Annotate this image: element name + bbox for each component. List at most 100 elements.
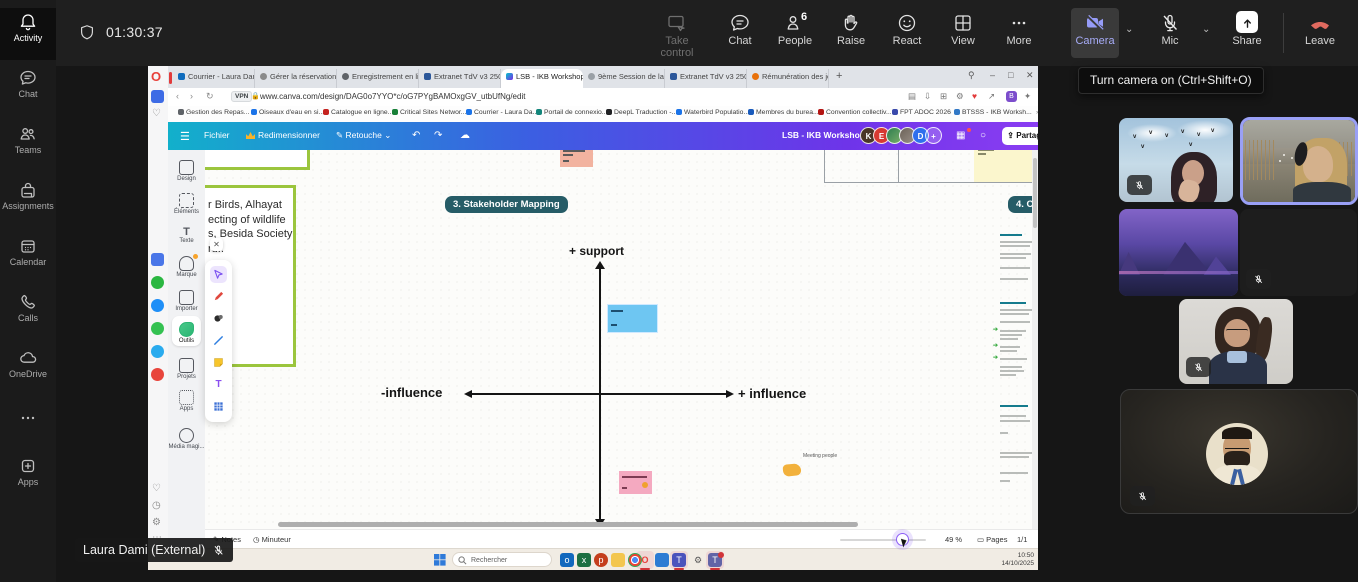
reload-button[interactable]: ↻: [206, 91, 214, 102]
blue-sticky-note[interactable]: [608, 305, 657, 332]
canva-resize-menu[interactable]: Redimensionner: [246, 130, 320, 140]
canva-nav-text[interactable]: TTexte: [168, 226, 205, 244]
canva-nav-brand[interactable]: Marque: [168, 256, 205, 278]
file-explorer-icon[interactable]: [611, 553, 625, 567]
undo-icon[interactable]: ↶: [412, 130, 420, 141]
vpn-badge[interactable]: VPN: [231, 91, 252, 102]
mic-options-chevron[interactable]: ⌄: [1202, 24, 1210, 35]
insights-chart-icon[interactable]: ▦: [956, 130, 965, 141]
tab-search-icon[interactable]: ⚲: [968, 70, 975, 81]
bookmark-item[interactable]: Portail de connexio...: [536, 109, 607, 116]
design-canvas[interactable]: r Birds, Alhayat ecting of wildlife s, B…: [205, 150, 1038, 529]
sidebar-item-chat[interactable]: Chat: [0, 64, 56, 116]
pages-button[interactable]: ▭ Pages: [977, 535, 1007, 544]
more-button[interactable]: More: [991, 8, 1047, 60]
canva-nav-upload[interactable]: Importer: [168, 290, 205, 312]
sidebar-item-apps[interactable]: Apps: [0, 452, 56, 504]
flyout-close-button[interactable]: ✕: [210, 238, 223, 251]
salmon-sticky-note[interactable]: [560, 150, 593, 167]
zoom-percent[interactable]: 49 %: [945, 535, 962, 544]
bookmark-item[interactable]: Courrier - Laura Da...: [466, 109, 538, 116]
bookmark-item[interactable]: Gestion des Repas...: [178, 109, 249, 116]
mail-app-icon[interactable]: [655, 553, 669, 567]
url-text[interactable]: www.canva.com/design/DAG0o7YYO*c/oG7PYgB…: [260, 92, 525, 101]
canvas-vertical-scrollbar[interactable]: [1032, 150, 1038, 529]
participant-video-tile[interactable]: vvvvvvvv: [1119, 118, 1233, 202]
bookmark-item[interactable]: FPT ADOC 2026: [892, 109, 951, 116]
canva-nav-elements[interactable]: Éléments: [168, 193, 205, 215]
taskbar-search[interactable]: Rechercher: [452, 552, 552, 567]
browser-tab-1[interactable]: Courrier - Laura Dami - O: [173, 69, 255, 88]
settings-gear-icon[interactable]: ⚙: [152, 517, 161, 528]
sidebar-item-teams[interactable]: Teams: [0, 120, 56, 172]
canva-nav-design[interactable]: Design: [168, 160, 205, 182]
share-button[interactable]: Share: [1219, 8, 1275, 60]
sidebar-item-calendar[interactable]: Calendar: [0, 232, 56, 284]
people-button[interactable]: 6 People: [767, 8, 823, 60]
back-button[interactable]: ‹: [176, 91, 179, 101]
profile-avatar[interactable]: B: [1006, 91, 1017, 102]
yellow-shape[interactable]: [782, 463, 801, 477]
sidebar-item-calls[interactable]: Calls: [0, 288, 56, 340]
pink-sticky-note[interactable]: [619, 471, 652, 494]
teams-icon[interactable]: T: [672, 553, 686, 567]
easy-setup-icon[interactable]: ♡: [152, 108, 161, 119]
forward-button[interactable]: ›: [190, 91, 193, 101]
messenger-app-icon[interactable]: [151, 253, 164, 266]
react-button[interactable]: React: [879, 8, 935, 60]
timer-button[interactable]: ◷ Minuteur: [253, 535, 291, 544]
opera-icon[interactable]: O: [638, 553, 652, 567]
axis-label-pos-influence[interactable]: + influence: [738, 386, 806, 401]
facebook-messenger-icon[interactable]: [151, 299, 164, 312]
sidebar-item-assignments[interactable]: Assignments: [0, 176, 56, 228]
browser-tab-active[interactable]: LSB - IKB Workshop - Tabl: [501, 69, 583, 88]
history-clock-icon[interactable]: ◷: [152, 500, 161, 511]
extension-icon[interactable]: ⚙: [956, 91, 964, 102]
browser-tab-3[interactable]: Enregistrement en ligne |: [337, 69, 419, 88]
window-minimize-button[interactable]: –: [990, 70, 995, 80]
browser-tab-6[interactable]: 9ème Session de la Réuni: [583, 69, 665, 88]
canva-nav-magic-media[interactable]: Média magi...: [168, 428, 205, 450]
sticky-note-tool[interactable]: [210, 354, 227, 371]
canva-nav-projects[interactable]: Projets: [168, 358, 205, 380]
powerpoint-icon[interactable]: p: [594, 553, 608, 567]
bookmark-item[interactable]: Critical Sites Networ...: [392, 109, 466, 116]
zoom-slider-track[interactable]: [840, 539, 926, 541]
table-tool[interactable]: [210, 398, 227, 415]
whatsapp-icon-2[interactable]: [151, 322, 164, 335]
meeting-people-label[interactable]: Meeting people: [803, 453, 837, 459]
line-tool[interactable]: [210, 332, 227, 349]
canva-nav-tools[interactable]: Outils: [168, 322, 205, 344]
windows-start-button[interactable]: [434, 554, 446, 566]
reader-mode-icon[interactable]: ▤: [908, 91, 916, 102]
favorites-heart-icon[interactable]: ♥: [972, 91, 977, 101]
bookmark-item[interactable]: Catalogue en ligne...: [323, 109, 393, 116]
bookmark-item[interactable]: BTSSS - IKB Worksh...: [954, 109, 1032, 116]
axis-label-neg-influence[interactable]: -influence: [381, 385, 442, 400]
bookmark-item[interactable]: Oiseaux d'eau en si...: [251, 109, 324, 116]
browser-tab-8[interactable]: Rémunération des jours fé: [747, 69, 829, 88]
canva-file-menu[interactable]: Fichier: [204, 130, 230, 140]
canva-nav-apps[interactable]: Apps: [168, 390, 205, 412]
bookmarks-heart-icon[interactable]: ♡: [152, 483, 161, 494]
select-tool[interactable]: [210, 266, 227, 283]
green-frame-partial[interactable]: [205, 150, 310, 170]
sidebar-item-activity[interactable]: Activity: [0, 8, 56, 60]
camera-button[interactable]: Camera: [1071, 8, 1119, 58]
browser-tab-4[interactable]: Extranet TdV v3 2505. #2: [419, 69, 501, 88]
view-button[interactable]: View: [935, 8, 991, 60]
canva-edit-menu[interactable]: ✎ Retouche ⌄: [336, 130, 391, 141]
sync-icon[interactable]: ✦: [1024, 91, 1031, 102]
sidebar-item-onedrive[interactable]: OneDrive: [0, 344, 56, 396]
bookmark-item[interactable]: Waterbird Populatio...: [676, 109, 749, 116]
participant-audio-tile[interactable]: [1240, 209, 1357, 296]
redo-icon[interactable]: ↷: [434, 130, 442, 141]
camera-options-chevron[interactable]: ⌄: [1125, 24, 1133, 35]
leave-button[interactable]: Leave: [1292, 8, 1348, 60]
download-icon[interactable]: ⇩: [924, 91, 931, 102]
excel-icon[interactable]: x: [577, 553, 591, 567]
window-close-button[interactable]: ✕: [1026, 70, 1034, 81]
pinboard-icon[interactable]: ↗: [988, 91, 995, 102]
browser-tab-7[interactable]: Extranet TdV v3 2505. #2: [665, 69, 747, 88]
bookmark-item[interactable]: Membres du burea...: [748, 109, 819, 116]
